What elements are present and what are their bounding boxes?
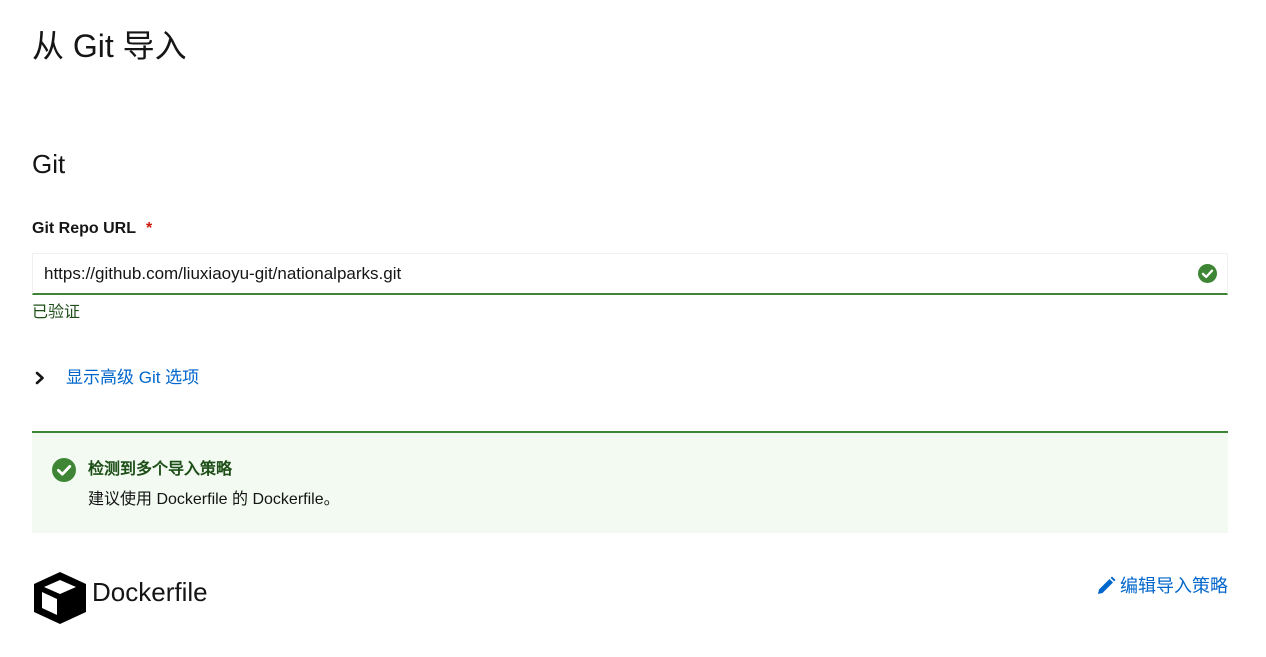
- check-circle-icon: [1198, 264, 1217, 283]
- git-repo-url-input[interactable]: [33, 254, 1227, 293]
- chevron-right-icon: [35, 371, 44, 385]
- advanced-git-options-link[interactable]: 显示高级 Git 选项: [66, 366, 199, 390]
- alert-description: 建议使用 Dockerfile 的 Dockerfile。: [88, 491, 340, 508]
- git-repo-url-label-text: Git Repo URL: [32, 220, 136, 237]
- selected-strategy: Dockerfile: [32, 570, 208, 626]
- required-marker: *: [146, 220, 153, 237]
- git-repo-url-label: Git Repo URL *: [32, 218, 152, 240]
- edit-import-strategy-label[interactable]: 编辑导入策略: [1120, 574, 1228, 598]
- check-circle-icon: [52, 458, 76, 482]
- git-repo-url-field: [32, 253, 1228, 295]
- docker-box-icon: [34, 572, 86, 624]
- pencil-icon: [1098, 576, 1116, 594]
- edit-import-strategy-button[interactable]: 编辑导入策略: [1096, 574, 1228, 598]
- advanced-git-options-toggle[interactable]: 显示高级 Git 选项: [32, 366, 199, 390]
- git-section-title: Git: [32, 149, 66, 179]
- strategy-name: Dockerfile: [92, 577, 208, 607]
- page-title: 从 Git 导入: [32, 28, 187, 64]
- import-strategy-alert: 检测到多个导入策略 建议使用 Dockerfile 的 Dockerfile。: [32, 431, 1228, 533]
- url-validated-helper: 已验证: [32, 304, 81, 321]
- alert-title: 检测到多个导入策略: [88, 461, 233, 478]
